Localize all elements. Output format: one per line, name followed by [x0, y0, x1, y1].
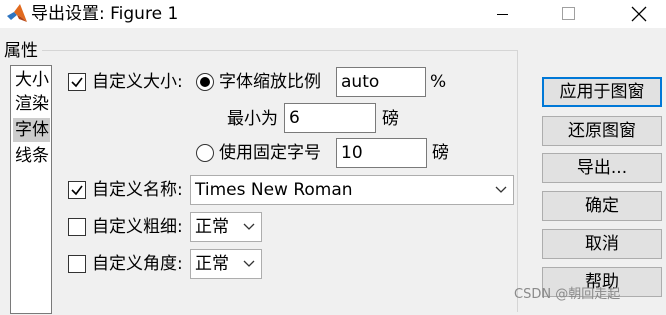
custom-weight-checkbox[interactable]: [68, 218, 86, 236]
group-border-top: [42, 50, 518, 51]
cancel-button[interactable]: 取消: [542, 229, 662, 259]
font-weight-value: 正常: [195, 217, 229, 237]
list-item-render[interactable]: 渲染: [13, 92, 50, 116]
list-item-size[interactable]: 大小: [13, 68, 50, 92]
font-angle-value: 正常: [195, 254, 229, 274]
custom-size-label: 自定义大小:: [92, 72, 183, 92]
fixed-size-unit-label: 磅: [432, 143, 449, 163]
min-size-label: 最小为: [227, 109, 278, 129]
restore-figure-button[interactable]: 还原图窗: [542, 116, 662, 146]
checkmark-icon: [71, 77, 83, 88]
percent-unit-label: %: [430, 72, 447, 92]
font-name-value: Times New Roman: [195, 180, 353, 200]
matlab-logo-icon: [6, 3, 28, 25]
watermark-text: CSDN @朝回走起: [514, 287, 621, 302]
font-weight-dropdown[interactable]: 正常: [190, 212, 262, 242]
radio-selected-dot: [200, 77, 210, 87]
chevron-down-icon: [243, 223, 255, 230]
export-button[interactable]: 导出...: [542, 153, 662, 183]
close-icon: [631, 6, 647, 22]
ok-button[interactable]: 确定: [542, 191, 662, 221]
list-item-font[interactable]: 字体: [13, 118, 50, 142]
scale-label: 字体缩放比例: [219, 72, 321, 92]
maximize-icon: [562, 7, 575, 20]
minimize-button[interactable]: [480, 0, 526, 28]
scale-radio[interactable]: [196, 73, 214, 91]
checkmark-icon: [71, 185, 83, 196]
close-button[interactable]: [616, 0, 662, 28]
scale-input[interactable]: auto: [336, 67, 426, 97]
minimize-icon: [497, 14, 508, 15]
custom-size-checkbox[interactable]: [68, 73, 86, 91]
font-name-dropdown[interactable]: Times New Roman: [190, 175, 514, 205]
category-list[interactable]: 大小 渲染 字体 线条: [10, 65, 52, 314]
list-item-line[interactable]: 线条: [13, 144, 50, 168]
maximize-button[interactable]: [546, 0, 592, 28]
min-size-unit-label: 磅: [382, 109, 399, 129]
min-size-input[interactable]: 6: [284, 103, 376, 133]
font-angle-dropdown[interactable]: 正常: [190, 249, 262, 279]
chevron-down-icon: [495, 186, 507, 193]
custom-angle-checkbox[interactable]: [68, 255, 86, 273]
chevron-down-icon: [243, 260, 255, 267]
apply-to-figure-button[interactable]: 应用于图窗: [542, 77, 662, 107]
fixed-size-input[interactable]: 10: [336, 138, 427, 168]
group-border-right: [517, 50, 518, 312]
custom-name-checkbox[interactable]: [68, 181, 86, 199]
fixed-size-radio[interactable]: [196, 144, 214, 162]
properties-group-label: 属性: [4, 40, 41, 62]
window-title: 导出设置: Figure 1: [31, 4, 179, 24]
custom-angle-label: 自定义角度:: [92, 254, 183, 274]
fixed-size-label: 使用固定字号: [219, 143, 321, 163]
custom-weight-label: 自定义粗细:: [92, 217, 183, 237]
custom-name-label: 自定义名称:: [92, 180, 183, 200]
